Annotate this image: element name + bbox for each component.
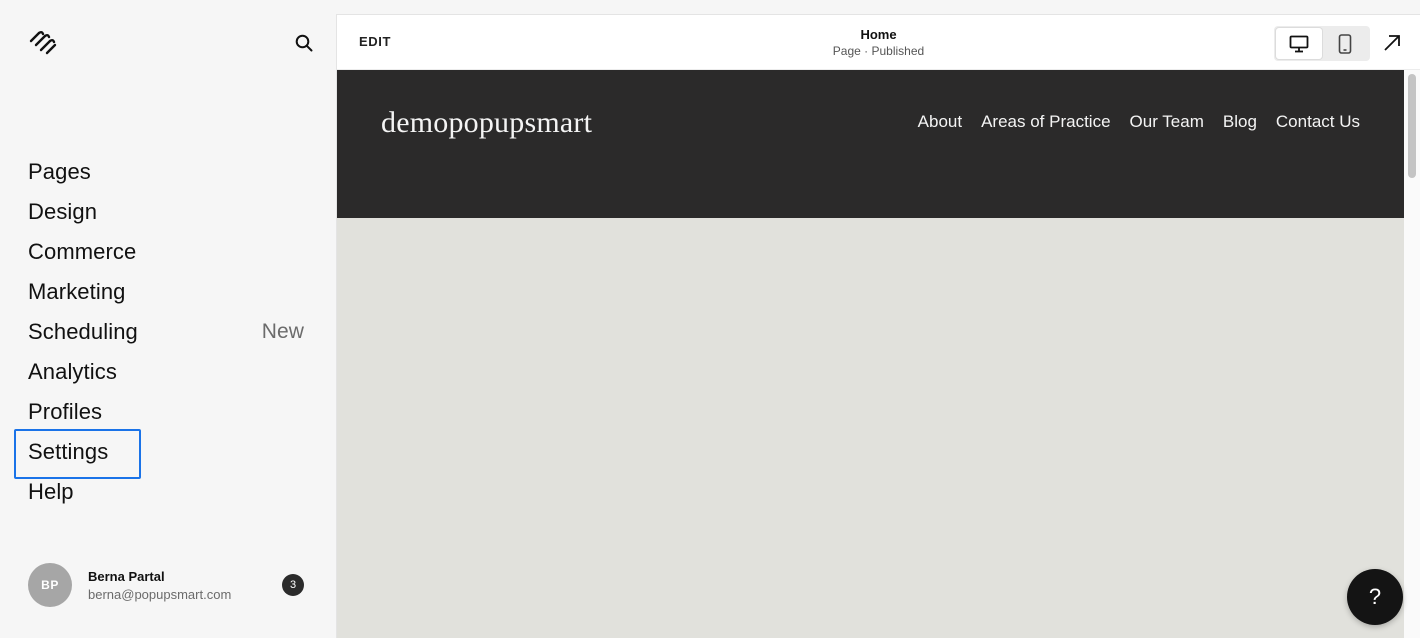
avatar[interactable]: BP <box>28 563 72 607</box>
editor-panel: EDIT Home Page · Published demopopupsmar… <box>337 15 1420 638</box>
site-body[interactable] <box>337 218 1404 638</box>
sidebar-item-label: Pages <box>28 159 91 184</box>
user-email: berna@popupsmart.com <box>88 586 232 602</box>
device-view-toggle <box>1274 26 1370 61</box>
site-preview[interactable]: demopopupsmart About Areas of Practice O… <box>337 70 1404 638</box>
sidebar-item-settings[interactable]: Settings <box>14 429 304 479</box>
squarespace-logo-icon[interactable] <box>28 30 58 56</box>
desktop-icon[interactable] <box>1276 28 1322 59</box>
edit-button[interactable]: EDIT <box>359 34 391 49</box>
new-badge: New <box>261 320 304 343</box>
sidebar-item-label: Analytics <box>28 359 117 384</box>
sidebar-item-label: Commerce <box>28 239 137 264</box>
site-nav-blog[interactable]: Blog <box>1223 112 1257 132</box>
page-info: Home Page · Published <box>737 27 1020 58</box>
user-name: Berna Partal <box>88 568 165 584</box>
sidebar-item-help[interactable]: Help <box>28 472 304 512</box>
page-status: Page · Published <box>832 44 925 58</box>
site-nav-about[interactable]: About <box>918 112 962 132</box>
page-title: Home <box>860 27 897 42</box>
help-question-icon: ? <box>1368 584 1382 609</box>
search-icon[interactable] <box>292 32 316 54</box>
notification-badge[interactable]: 3 <box>282 574 304 596</box>
mobile-icon[interactable] <box>1322 28 1368 59</box>
scroll-thumb[interactable] <box>1408 74 1416 178</box>
help-button[interactable]: ? <box>1347 569 1403 625</box>
site-nav-contact-us[interactable]: Contact Us <box>1276 112 1360 132</box>
site-nav-areas-of-practice[interactable]: Areas of Practice <box>981 112 1110 132</box>
user-info: Berna Partal berna@popupsmart.com <box>88 569 282 602</box>
arrow-up-right-icon[interactable] <box>1382 33 1402 53</box>
scrollbar[interactable] <box>1404 70 1420 638</box>
site-header[interactable]: demopopupsmart About Areas of Practice O… <box>337 70 1404 218</box>
site-nav-our-team[interactable]: Our Team <box>1130 112 1204 132</box>
user-account[interactable]: BP Berna Partal berna@popupsmart.com 3 <box>28 563 304 607</box>
sidebar-item-label: Settings <box>28 439 109 464</box>
sidebar-item-profiles[interactable]: Profiles <box>28 392 304 432</box>
sidebar-item-label: Scheduling <box>28 319 138 344</box>
sidebar-item-label: Design <box>28 199 98 224</box>
sidebar: Pages Design Commerce Marketing Scheduli… <box>0 0 337 638</box>
sidebar-item-scheduling[interactable]: Scheduling New <box>28 312 304 352</box>
sidebar-item-design[interactable]: Design <box>28 192 304 232</box>
sidebar-item-label: Help <box>28 479 74 504</box>
sidebar-item-commerce[interactable]: Commerce <box>28 232 304 272</box>
sidebar-item-analytics[interactable]: Analytics <box>28 352 304 392</box>
sidebar-item-label: Profiles <box>28 399 103 424</box>
site-nav: About Areas of Practice Our Team Blog Co… <box>918 112 1360 132</box>
sidebar-item-pages[interactable]: Pages <box>28 152 304 192</box>
sidebar-item-marketing[interactable]: Marketing <box>28 272 304 312</box>
sidebar-item-label: Marketing <box>28 279 126 304</box>
site-title[interactable]: demopopupsmart <box>381 106 592 140</box>
sidebar-nav: Pages Design Commerce Marketing Scheduli… <box>14 152 304 512</box>
editor-topbar: EDIT Home Page · Published <box>337 15 1420 70</box>
